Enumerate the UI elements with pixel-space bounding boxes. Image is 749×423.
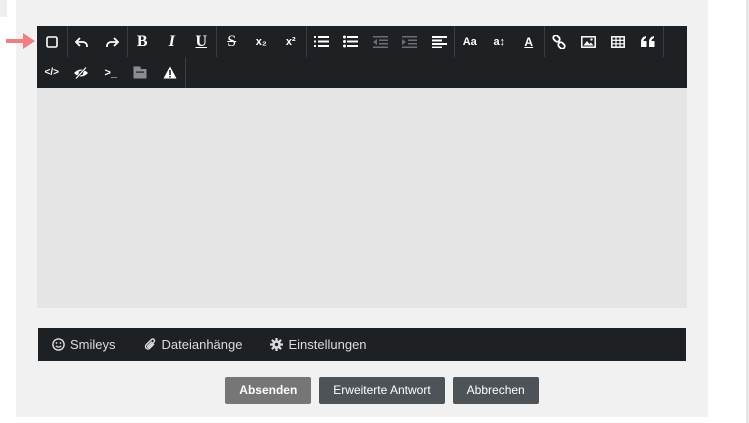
tab-settings-label: Einstellungen bbox=[288, 337, 367, 352]
tab-smileys-label: Smileys bbox=[70, 337, 116, 352]
image-icon[interactable] bbox=[574, 26, 604, 57]
align-icon[interactable] bbox=[425, 26, 455, 57]
bold-icon[interactable]: B bbox=[128, 26, 158, 57]
page: B I U S x₂ x² Aa a↕ A </> >_ Smileys Dat… bbox=[0, 0, 749, 423]
tab-smileys[interactable]: Smileys bbox=[52, 337, 116, 352]
ordered-list-icon[interactable] bbox=[307, 26, 337, 57]
editor-toolbar: B I U S x₂ x² Aa a↕ A </> >_ bbox=[37, 26, 687, 88]
pointer-arrow-icon bbox=[6, 33, 35, 49]
select-all-icon[interactable] bbox=[37, 26, 67, 57]
strikethrough-icon[interactable]: S bbox=[217, 26, 247, 57]
paperclip-icon bbox=[144, 338, 155, 350]
underline-icon[interactable]: U bbox=[187, 26, 217, 57]
redo-icon[interactable] bbox=[97, 26, 127, 57]
toolbar-row-2: </> >_ bbox=[37, 57, 186, 88]
quote-icon[interactable] bbox=[633, 26, 663, 57]
media-icon[interactable] bbox=[126, 57, 156, 88]
font-size-icon[interactable]: Aa bbox=[455, 26, 485, 57]
subscript-icon[interactable]: x₂ bbox=[247, 26, 277, 57]
cancel-button[interactable]: Abbrechen bbox=[452, 377, 539, 404]
submit-button[interactable]: Absenden bbox=[225, 377, 312, 404]
spoiler-icon[interactable] bbox=[67, 57, 97, 88]
editor-tabs: Smileys Dateianhänge Einstellungen bbox=[38, 328, 686, 361]
outdent-icon[interactable] bbox=[366, 26, 396, 57]
smiley-icon bbox=[52, 338, 65, 351]
gear-icon bbox=[270, 338, 284, 351]
italic-icon[interactable]: I bbox=[157, 26, 187, 57]
tab-attachments[interactable]: Dateianhänge bbox=[144, 337, 243, 352]
tab-settings[interactable]: Einstellungen bbox=[270, 337, 367, 352]
undo-icon[interactable] bbox=[68, 26, 98, 57]
toolbar-separator bbox=[184, 57, 186, 88]
toolbar-separator bbox=[662, 26, 664, 57]
source-code-icon[interactable]: </> bbox=[37, 57, 67, 88]
table-icon[interactable] bbox=[604, 26, 634, 57]
superscript-icon[interactable]: x² bbox=[276, 26, 306, 57]
tab-attachments-label: Dateianhänge bbox=[161, 337, 243, 352]
line-height-icon[interactable]: a↕ bbox=[485, 26, 515, 57]
inline-code-icon[interactable]: >_ bbox=[96, 57, 126, 88]
left-edge-strip bbox=[0, 0, 7, 17]
toolbar-row-1: B I U S x₂ x² Aa a↕ A bbox=[37, 26, 664, 57]
text-color-icon[interactable]: A bbox=[514, 26, 544, 57]
form-actions: Absenden Erweiterte Antwort Abbrechen bbox=[0, 377, 749, 404]
extended-reply-button[interactable]: Erweiterte Antwort bbox=[319, 377, 445, 404]
editor-textarea[interactable] bbox=[37, 88, 687, 308]
unordered-list-icon[interactable] bbox=[336, 26, 366, 57]
indent-icon[interactable] bbox=[395, 26, 425, 57]
link-icon[interactable] bbox=[545, 26, 575, 57]
warning-icon[interactable] bbox=[155, 57, 185, 88]
